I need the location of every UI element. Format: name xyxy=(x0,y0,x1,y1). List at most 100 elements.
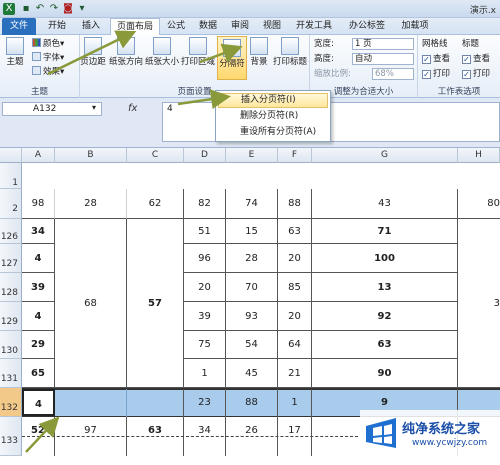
insert-function-icon[interactable]: fx xyxy=(128,102,158,116)
cell-f127[interactable]: 20 xyxy=(278,244,312,273)
cell-a132[interactable]: 4 xyxy=(22,389,55,416)
row-header-132[interactable]: 132 xyxy=(0,388,22,417)
theme-fonts-button[interactable]: 字体▾ xyxy=(32,52,64,64)
undo-icon[interactable]: ↶ xyxy=(34,3,46,15)
cell-b132[interactable] xyxy=(55,389,127,417)
row-header-128[interactable]: 128 xyxy=(0,273,22,302)
col-header-e[interactable]: E xyxy=(226,148,278,163)
tab-office-tabs[interactable]: 办公标签 xyxy=(342,18,392,35)
cell-d132[interactable]: 23 xyxy=(184,389,226,417)
width-select[interactable]: 1 页 xyxy=(352,38,414,50)
print-titles-button[interactable]: 打印标题 xyxy=(272,37,308,67)
save-icon[interactable]: ▪ xyxy=(20,3,32,15)
cell-c126-merged[interactable]: 57 xyxy=(127,219,184,388)
cell-f128[interactable]: 85 xyxy=(278,273,312,302)
col-header-a[interactable]: A xyxy=(22,148,55,163)
cell-a130[interactable]: 29 xyxy=(22,331,55,359)
cell-g131[interactable]: 90 xyxy=(312,359,458,388)
cell-a131[interactable]: 65 xyxy=(22,359,55,388)
tab-formulas[interactable]: 公式 xyxy=(162,18,190,35)
row-header-2[interactable]: 2 xyxy=(0,189,22,219)
gridlines-print-checkbox[interactable]: ✓ 打印 xyxy=(422,68,450,80)
cell-g127[interactable]: 100 xyxy=(312,244,458,273)
excel-app-icon[interactable]: X xyxy=(3,3,15,15)
remove-page-break-item[interactable]: 删除分页符(R) xyxy=(218,109,328,124)
cell-e2[interactable]: 74 xyxy=(226,189,278,219)
cell-f131[interactable]: 21 xyxy=(278,359,312,388)
headings-view-checkbox[interactable]: ✓ 查看 xyxy=(462,53,490,65)
headings-print-checkbox[interactable]: ✓ 打印 xyxy=(462,68,490,80)
cell-b126-merged[interactable]: 68 xyxy=(55,219,127,388)
row-header-131[interactable]: 131 xyxy=(0,359,22,388)
tab-add-ins[interactable]: 加载项 xyxy=(396,18,434,35)
cell-d129[interactable]: 39 xyxy=(184,302,226,331)
cell-d2[interactable]: 82 xyxy=(184,189,226,219)
col-header-f[interactable]: F xyxy=(278,148,312,163)
cell-e130[interactable]: 54 xyxy=(226,331,278,359)
reset-page-breaks-item[interactable]: 重设所有分页符(A) xyxy=(218,125,328,140)
gridlines-view-checkbox[interactable]: ✓ 查看 xyxy=(422,53,450,65)
cell-a129[interactable]: 4 xyxy=(22,302,55,331)
col-header-b[interactable]: B xyxy=(55,148,127,163)
cell-g128[interactable]: 13 xyxy=(312,273,458,302)
cell-c132[interactable] xyxy=(127,389,184,417)
formula-input[interactable]: 4 xyxy=(162,102,500,142)
cell-a128[interactable]: 39 xyxy=(22,273,55,302)
cell-f2[interactable]: 88 xyxy=(278,189,312,219)
row-header-133[interactable]: 133 xyxy=(0,417,22,456)
cell-e132[interactable]: 88 xyxy=(226,389,278,417)
col-header-d[interactable]: D xyxy=(184,148,226,163)
cell-e129[interactable]: 93 xyxy=(226,302,278,331)
row-header-126[interactable]: 126 xyxy=(0,219,22,244)
cell-f132[interactable]: 1 xyxy=(278,389,312,417)
cell-e131[interactable]: 45 xyxy=(226,359,278,388)
cell-f126[interactable]: 63 xyxy=(278,219,312,244)
themes-button[interactable]: 主题 xyxy=(3,37,27,67)
cell-d128[interactable]: 20 xyxy=(184,273,226,302)
tab-insert[interactable]: 插入 xyxy=(76,18,106,35)
cell-f129[interactable]: 20 xyxy=(278,302,312,331)
tab-view[interactable]: 视图 xyxy=(258,18,286,35)
name-box-dropdown-icon[interactable]: ▾ xyxy=(92,103,96,112)
cell-d131[interactable]: 1 xyxy=(184,359,226,388)
redo-icon[interactable]: ↷ xyxy=(48,3,60,15)
select-all-corner[interactable] xyxy=(0,148,22,163)
name-box[interactable]: A132 xyxy=(2,102,102,116)
tab-file[interactable]: 文件 xyxy=(2,18,36,35)
cell-d127[interactable]: 96 xyxy=(184,244,226,273)
cell-f130[interactable]: 64 xyxy=(278,331,312,359)
cell-g126[interactable]: 71 xyxy=(312,219,458,244)
scale-input[interactable]: 68% xyxy=(372,68,414,80)
row-header-1[interactable]: 1 xyxy=(0,163,22,189)
row-header-127[interactable]: 127 xyxy=(0,244,22,273)
cell-d126[interactable]: 51 xyxy=(184,219,226,244)
cell-c2[interactable]: 62 xyxy=(127,189,184,219)
cell-b2[interactable]: 28 xyxy=(55,189,127,219)
background-button[interactable]: 背景 xyxy=(248,37,270,67)
breaks-button[interactable]: 分隔符 xyxy=(217,36,247,80)
cell-a126[interactable]: 34 xyxy=(22,219,55,244)
cell-a127[interactable]: 4 xyxy=(22,244,55,273)
cell-h2[interactable]: 80 xyxy=(458,189,500,219)
cell-g2[interactable]: 43 xyxy=(312,189,458,219)
print-preview-icon[interactable]: ◙ xyxy=(62,3,74,15)
tab-data[interactable]: 数据 xyxy=(194,18,222,35)
tab-review[interactable]: 审阅 xyxy=(226,18,254,35)
tab-developer[interactable]: 开发工具 xyxy=(290,18,338,35)
theme-effects-button[interactable]: 效果▾ xyxy=(32,66,64,78)
cell-h126-merged[interactable]: 3 xyxy=(458,219,500,388)
height-select[interactable]: 自动 xyxy=(352,53,414,65)
quick-access-more-icon[interactable]: ▾ xyxy=(76,3,88,15)
print-area-button[interactable]: 打印区域 xyxy=(180,37,216,67)
tab-page-layout[interactable]: 页面布局 xyxy=(110,18,160,36)
orientation-button[interactable]: 纸张方向 xyxy=(108,37,144,67)
col-header-h[interactable]: H xyxy=(458,148,500,163)
col-header-g[interactable]: G xyxy=(312,148,458,163)
tab-home[interactable]: 开始 xyxy=(40,18,74,35)
col-header-c[interactable]: C xyxy=(127,148,184,163)
cell-d130[interactable]: 75 xyxy=(184,331,226,359)
cell-a2[interactable]: 98 xyxy=(22,189,55,219)
theme-colors-button[interactable]: 颜色▾ xyxy=(32,38,64,50)
cell-g129[interactable]: 92 xyxy=(312,302,458,331)
cell-e126[interactable]: 15 xyxy=(226,219,278,244)
